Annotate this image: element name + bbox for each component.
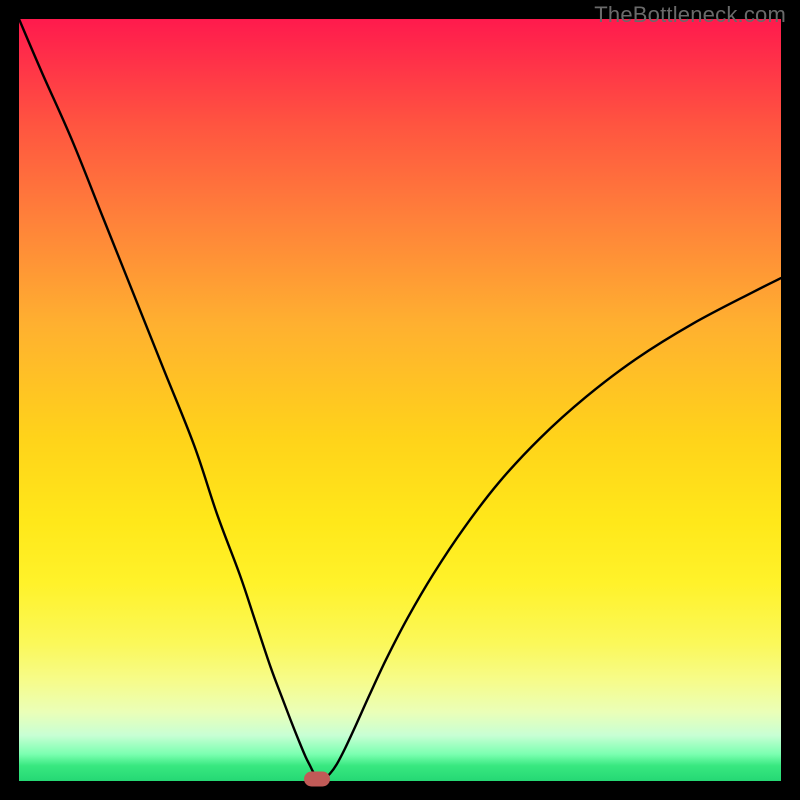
chart-frame: TheBottleneck.com (0, 0, 800, 800)
bottleneck-curve (19, 19, 781, 781)
optimum-marker (304, 772, 330, 787)
watermark-text: TheBottleneck.com (594, 2, 786, 28)
chart-plot-area (19, 19, 781, 781)
